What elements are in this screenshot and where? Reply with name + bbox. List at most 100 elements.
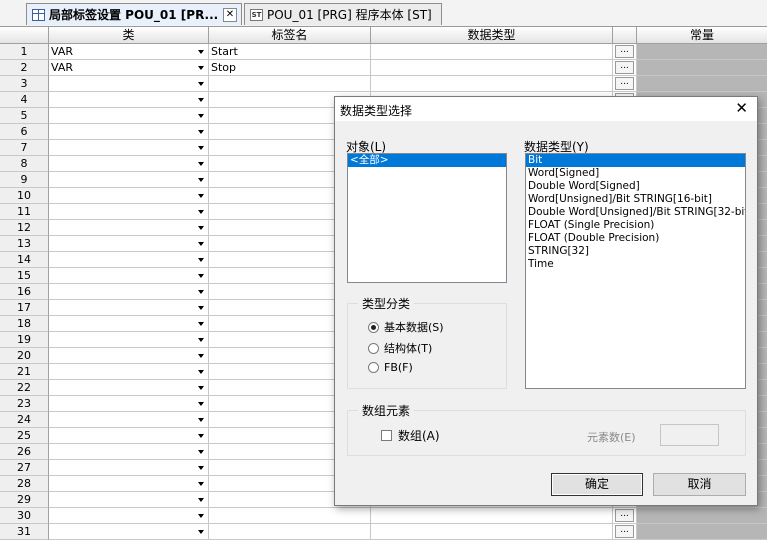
dropdown-arrow-icon[interactable] xyxy=(198,210,204,214)
radio-structure[interactable]: 结构体(T) xyxy=(368,340,432,356)
dropdown-arrow-icon[interactable] xyxy=(198,466,204,470)
class-dropdown[interactable] xyxy=(49,252,209,268)
class-dropdown[interactable] xyxy=(49,236,209,252)
datatype-browse-button[interactable]: ... xyxy=(615,77,634,90)
datatype-cell[interactable] xyxy=(371,524,613,540)
dropdown-arrow-icon[interactable] xyxy=(198,482,204,486)
class-dropdown[interactable] xyxy=(49,364,209,380)
dropdown-arrow-icon[interactable] xyxy=(198,66,204,70)
class-dropdown[interactable] xyxy=(49,412,209,428)
datatype-list-item[interactable]: Word[Signed] xyxy=(526,167,745,180)
dropdown-arrow-icon[interactable] xyxy=(198,50,204,54)
radio-basic-data[interactable]: 基本数据(S) xyxy=(368,319,444,335)
row-number[interactable]: 15 xyxy=(0,268,49,284)
class-dropdown[interactable] xyxy=(49,284,209,300)
tab-program-body[interactable]: ST POU_01 [PRG] 程序本体 [ST] xyxy=(244,3,442,25)
dropdown-arrow-icon[interactable] xyxy=(198,82,204,86)
row-number[interactable]: 30 xyxy=(0,508,49,524)
dropdown-arrow-icon[interactable] xyxy=(198,514,204,518)
dropdown-arrow-icon[interactable] xyxy=(198,242,204,246)
class-dropdown[interactable] xyxy=(49,348,209,364)
row-number[interactable]: 8 xyxy=(0,156,49,172)
dropdown-arrow-icon[interactable] xyxy=(198,98,204,102)
radio-button[interactable] xyxy=(368,342,379,354)
array-checkbox[interactable] xyxy=(381,430,392,441)
dropdown-arrow-icon[interactable] xyxy=(198,338,204,342)
array-checkbox-row[interactable]: 数组(A) xyxy=(381,427,440,444)
class-dropdown[interactable] xyxy=(49,508,209,524)
radio-button[interactable] xyxy=(368,362,379,373)
row-number[interactable]: 26 xyxy=(0,444,49,460)
close-icon[interactable]: ✕ xyxy=(735,100,748,116)
row-number[interactable]: 3 xyxy=(0,76,49,92)
dropdown-arrow-icon[interactable] xyxy=(198,322,204,326)
object-listbox[interactable]: <全部> xyxy=(347,153,507,283)
object-list-item[interactable]: <全部> xyxy=(348,154,506,167)
class-dropdown[interactable] xyxy=(49,476,209,492)
dropdown-arrow-icon[interactable] xyxy=(198,258,204,262)
row-number[interactable]: 1 xyxy=(0,44,49,60)
row-number[interactable]: 2 xyxy=(0,60,49,76)
label-name-column-header[interactable]: 标签名 xyxy=(209,27,371,44)
class-dropdown[interactable] xyxy=(49,316,209,332)
label-name-cell[interactable] xyxy=(209,76,371,92)
row-number[interactable]: 10 xyxy=(0,188,49,204)
dropdown-arrow-icon[interactable] xyxy=(198,418,204,422)
class-dropdown[interactable] xyxy=(49,332,209,348)
class-dropdown[interactable] xyxy=(49,124,209,140)
row-number[interactable]: 19 xyxy=(0,332,49,348)
row-number[interactable]: 31 xyxy=(0,524,49,540)
class-dropdown[interactable] xyxy=(49,492,209,508)
dropdown-arrow-icon[interactable] xyxy=(198,402,204,406)
dropdown-arrow-icon[interactable] xyxy=(198,354,204,358)
constant-column-header[interactable]: 常量 xyxy=(637,27,767,44)
datatype-cell[interactable] xyxy=(371,60,613,76)
datatype-listbox[interactable]: Bit Word[Signed] Double Word[Signed] Word[U… xyxy=(525,153,746,389)
datatype-cell[interactable] xyxy=(371,508,613,524)
row-number[interactable]: 24 xyxy=(0,412,49,428)
class-dropdown[interactable] xyxy=(49,76,209,92)
dropdown-arrow-icon[interactable] xyxy=(198,274,204,278)
row-number[interactable]: 20 xyxy=(0,348,49,364)
class-dropdown[interactable] xyxy=(49,204,209,220)
datatype-cell[interactable] xyxy=(371,76,613,92)
row-number[interactable]: 21 xyxy=(0,364,49,380)
class-dropdown[interactable] xyxy=(49,460,209,476)
row-number[interactable]: 25 xyxy=(0,428,49,444)
label-name-cell[interactable]: Start xyxy=(209,44,371,60)
row-number[interactable]: 14 xyxy=(0,252,49,268)
dropdown-arrow-icon[interactable] xyxy=(198,498,204,502)
class-dropdown[interactable] xyxy=(49,220,209,236)
cancel-button[interactable]: 取消 xyxy=(653,473,746,496)
dropdown-arrow-icon[interactable] xyxy=(198,162,204,166)
dropdown-arrow-icon[interactable] xyxy=(198,178,204,182)
row-number[interactable]: 7 xyxy=(0,140,49,156)
row-number[interactable]: 28 xyxy=(0,476,49,492)
dropdown-arrow-icon[interactable] xyxy=(198,226,204,230)
dropdown-arrow-icon[interactable] xyxy=(198,130,204,134)
dropdown-arrow-icon[interactable] xyxy=(198,290,204,294)
row-number[interactable]: 11 xyxy=(0,204,49,220)
datatype-list-item[interactable]: FLOAT (Double Precision) xyxy=(526,232,745,245)
class-dropdown[interactable] xyxy=(49,268,209,284)
class-dropdown[interactable] xyxy=(49,172,209,188)
class-dropdown[interactable] xyxy=(49,92,209,108)
class-dropdown[interactable] xyxy=(49,428,209,444)
datatype-column-header[interactable]: 数据类型 xyxy=(371,27,613,44)
dialog-title-bar[interactable]: 数据类型选择 ✕ xyxy=(335,97,757,121)
label-name-cell[interactable]: Stop xyxy=(209,60,371,76)
datatype-list-item[interactable]: Time xyxy=(526,258,745,271)
class-dropdown[interactable] xyxy=(49,140,209,156)
close-tab-icon[interactable]: ✕ xyxy=(223,7,237,22)
row-number[interactable]: 18 xyxy=(0,316,49,332)
datatype-list-item[interactable]: FLOAT (Single Precision) xyxy=(526,219,745,232)
dropdown-arrow-icon[interactable] xyxy=(198,306,204,310)
row-number[interactable]: 22 xyxy=(0,380,49,396)
ok-button[interactable]: 确定 xyxy=(551,473,643,496)
row-number[interactable]: 4 xyxy=(0,92,49,108)
class-dropdown[interactable] xyxy=(49,156,209,172)
row-number[interactable]: 13 xyxy=(0,236,49,252)
dropdown-arrow-icon[interactable] xyxy=(198,450,204,454)
class-dropdown[interactable] xyxy=(49,524,209,540)
datatype-list-item[interactable]: Bit xyxy=(526,154,745,167)
